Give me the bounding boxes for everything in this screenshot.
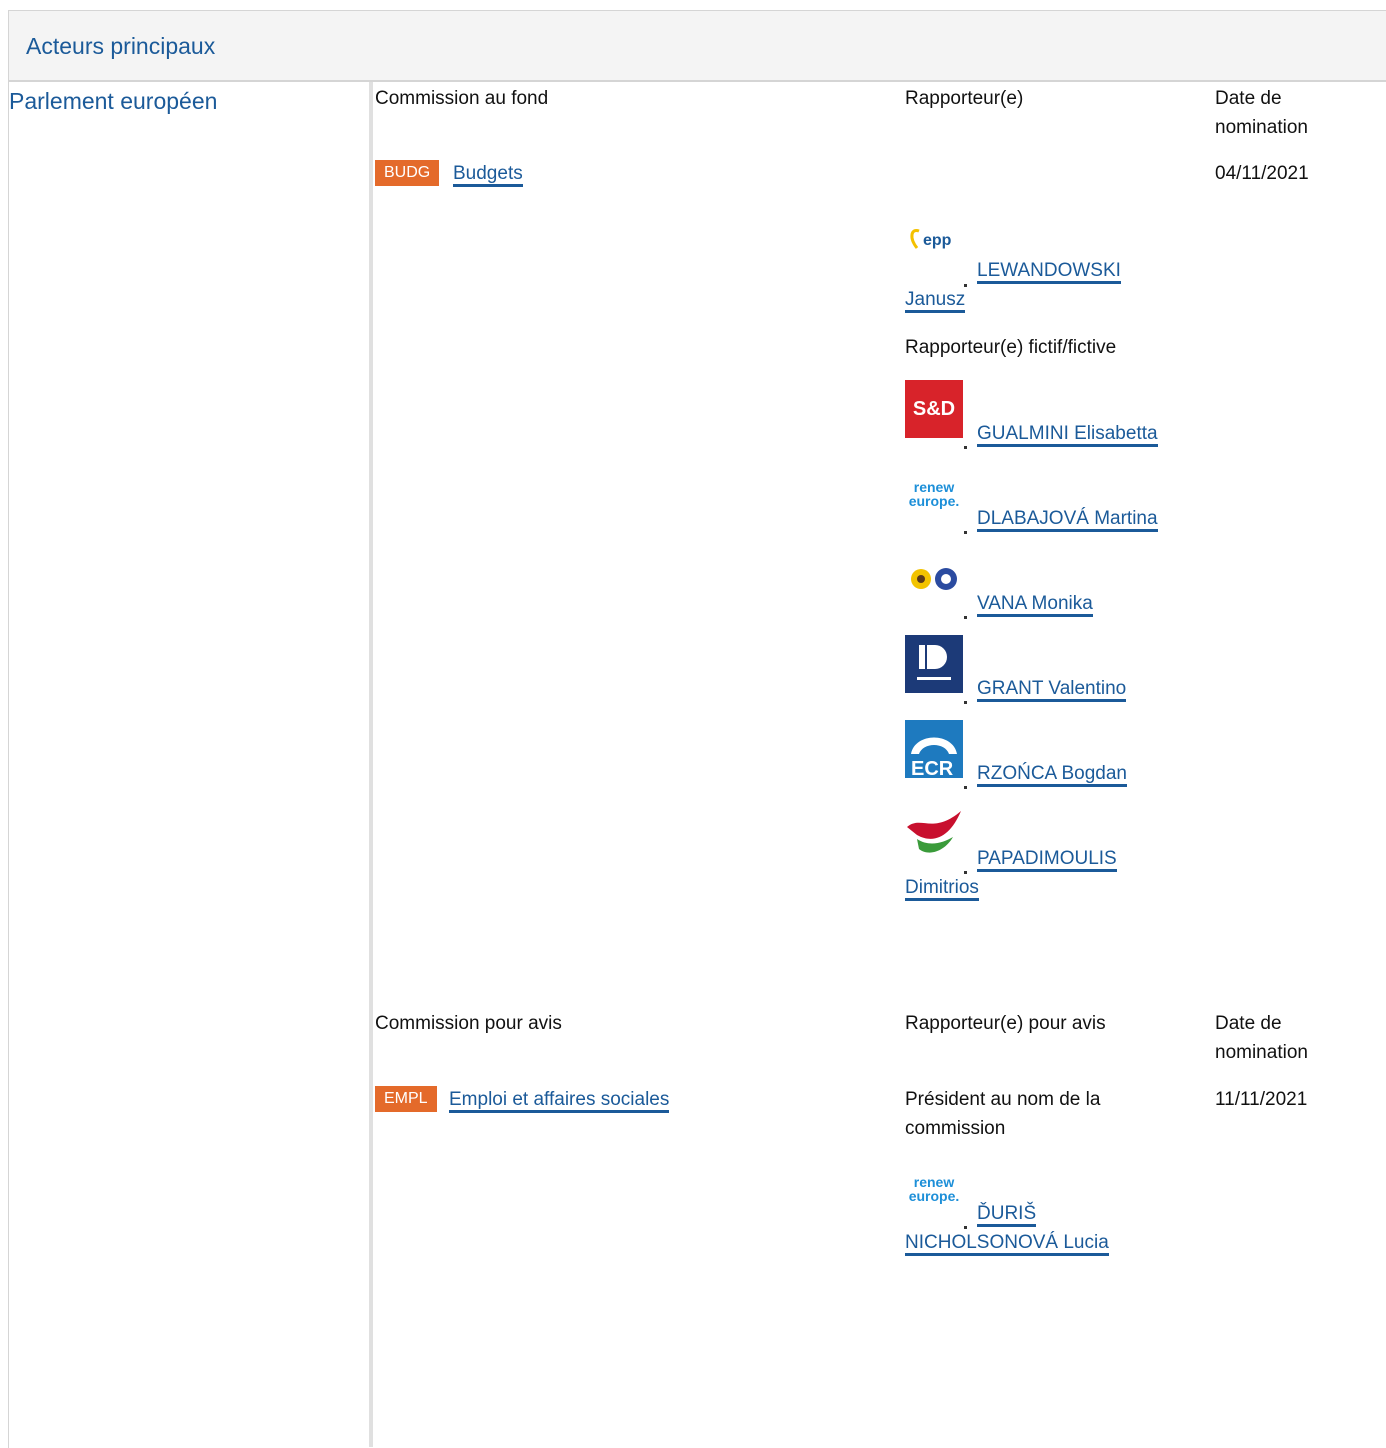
section-header: Acteurs principaux: [9, 11, 1386, 82]
column-separator: [369, 82, 373, 1447]
ecr-logo-icon: ECR: [905, 720, 963, 778]
rapporteur-link-cont[interactable]: Janusz: [905, 285, 966, 314]
col-header-committee: Commission pour avis: [375, 1013, 562, 1034]
sd-logo-icon: S&D: [905, 380, 963, 438]
shadow-name[interactable]: RZOŃCA Bogdan: [977, 763, 1127, 787]
committee-name[interactable]: Budgets: [453, 163, 523, 187]
committee-link[interactable]: Budgets: [453, 159, 523, 188]
logo-dot: [964, 786, 967, 789]
shadow-name[interactable]: DLABAJOVÁ Martina: [977, 508, 1158, 532]
rapporteur-name-1[interactable]: ĎURIŠ: [977, 1203, 1037, 1227]
col-header-rapporteur: Rapporteur(e) pour avis: [905, 1013, 1106, 1034]
shadow-link[interactable]: GUALMINI Elisabetta: [977, 419, 1158, 448]
shadow-link[interactable]: GRANT Valentino: [977, 674, 1127, 703]
shadow-link-cont[interactable]: Dimitrios: [905, 873, 979, 902]
shadow-name[interactable]: VANA Monika: [977, 593, 1093, 617]
committee-name[interactable]: Emploi et affaires sociales: [449, 1089, 670, 1113]
chair-note-1: Président au nom de la: [905, 1089, 1101, 1110]
committee-badge: EMPL: [375, 1086, 437, 1112]
appointment-date: 11/11/2021: [1215, 1089, 1308, 1110]
institution-column: Parlement européen: [9, 82, 369, 1447]
committee-badge: BUDG: [375, 160, 440, 186]
logo-dot: [964, 446, 967, 449]
rapporteur-link[interactable]: LEWANDOWSKI: [977, 256, 1121, 285]
logo-dot: [964, 701, 967, 704]
left-logo-icon: [905, 805, 963, 863]
shadow-label: Rapporteur(e) fictif/fictive: [905, 337, 1117, 358]
shadow-name-1[interactable]: PAPADIMOULIS: [977, 848, 1117, 872]
epp-logo-icon: epp: [905, 218, 963, 276]
appointment-date: 04/11/2021: [1215, 163, 1309, 184]
shadow-link[interactable]: VANA Monika: [977, 589, 1093, 618]
shadow-link[interactable]: PAPADIMOULIS: [977, 844, 1117, 873]
shadow-link[interactable]: RZOŃCA Bogdan: [977, 759, 1127, 788]
shadow-name[interactable]: GUALMINI Elisabetta: [977, 423, 1158, 447]
shadow-link[interactable]: DLABAJOVÁ Martina: [977, 504, 1158, 533]
col-header-rapporteur: Rapporteur(e): [905, 88, 1024, 109]
shadow-name[interactable]: GRANT Valentino: [977, 678, 1127, 702]
rapporteur-name-2[interactable]: Janusz: [905, 289, 966, 313]
svg-text:ECR: ECR: [911, 758, 954, 778]
svg-text:epp: epp: [923, 232, 952, 249]
rapporteur-name-1[interactable]: LEWANDOWSKI: [977, 260, 1121, 284]
section-title: Acteurs principaux: [26, 33, 216, 59]
rapporteur-link-cont[interactable]: NICHOLSONOVÁ Lucia: [905, 1228, 1109, 1257]
id-logo-icon: [905, 635, 963, 693]
shadow-name-2[interactable]: Dimitrios: [905, 877, 979, 901]
chair-note-2: commission: [905, 1118, 1006, 1139]
renew-logo-icon: renew europe.: [905, 465, 963, 523]
logo-dot: [964, 531, 967, 534]
renew-logo-icon: renew europe.: [905, 1160, 963, 1218]
rapporteur-link[interactable]: ĎURIŠ: [977, 1199, 1037, 1228]
col-header-date-1: Date de: [1215, 88, 1282, 109]
col-header-date-2: nomination: [1215, 1042, 1308, 1063]
institution-label: Parlement européen: [9, 88, 218, 114]
rapporteur-name-2[interactable]: NICHOLSONOVÁ Lucia: [905, 1232, 1109, 1256]
col-header-date-2: nomination: [1215, 117, 1308, 138]
committee-link[interactable]: Emploi et affaires sociales: [449, 1085, 670, 1114]
logo-dot: [964, 616, 967, 619]
greens-efa-logo-icon: [905, 550, 963, 608]
col-header-date-1: Date de: [1215, 1013, 1282, 1034]
col-header-committee: Commission au fond: [375, 88, 549, 109]
